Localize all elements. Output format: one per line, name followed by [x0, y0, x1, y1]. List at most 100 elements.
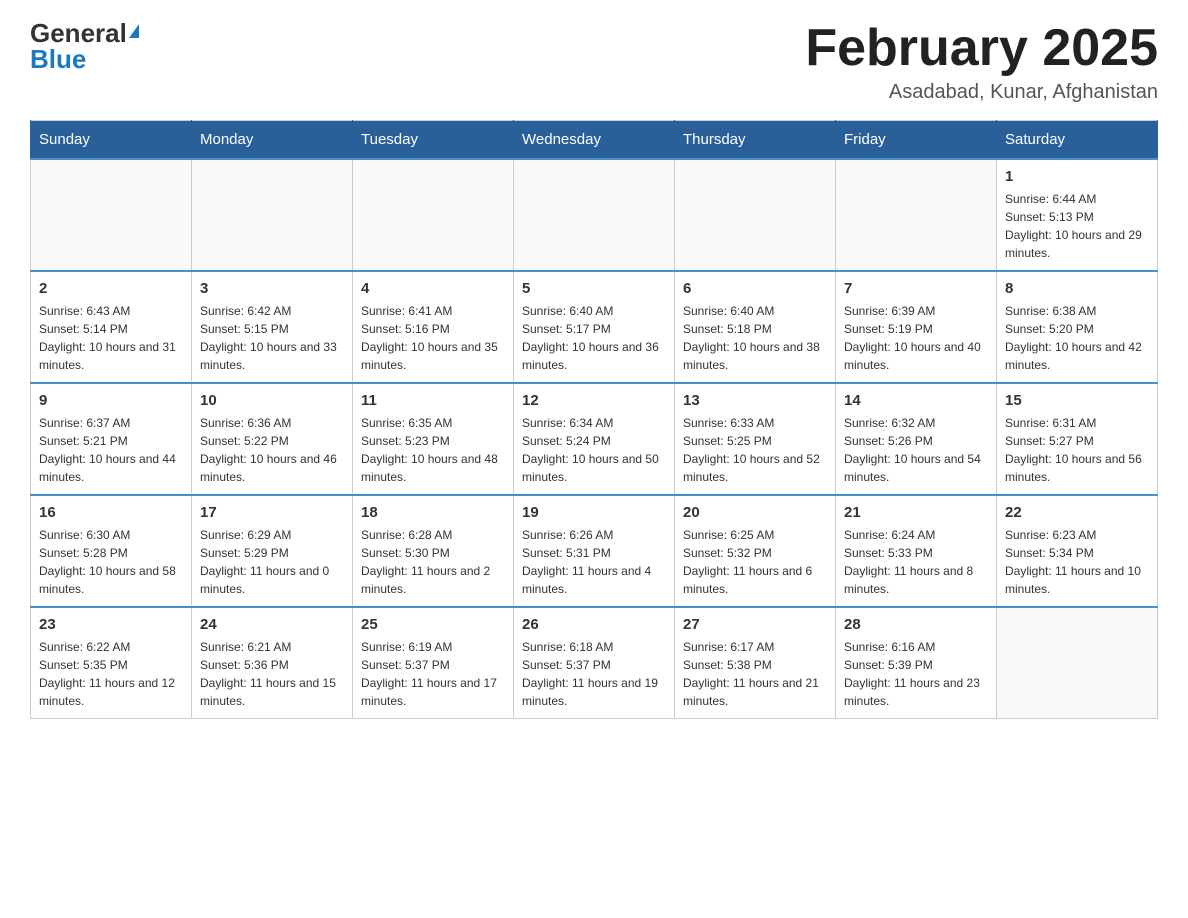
calendar-cell: 7 Sunrise: 6:39 AMSunset: 5:19 PMDaylight…	[836, 271, 997, 383]
day-header-monday: Monday	[192, 121, 353, 160]
calendar-cell: 5 Sunrise: 6:40 AMSunset: 5:17 PMDaylight…	[514, 271, 675, 383]
calendar-header: SundayMondayTuesdayWednesdayThursdayFrid…	[31, 121, 1158, 160]
calendar-cell: 15 Sunrise: 6:31 AMSunset: 5:27 PMDayligh…	[997, 383, 1158, 495]
calendar-cell: 14 Sunrise: 6:32 AMSunset: 5:26 PMDayligh…	[836, 383, 997, 495]
day-info: Sunrise: 6:21 AMSunset: 5:36 PMDaylight:…	[200, 638, 344, 710]
day-info: Sunrise: 6:17 AMSunset: 5:38 PMDaylight:…	[683, 638, 827, 710]
calendar-week-1: 1 Sunrise: 6:44 AMSunset: 5:13 PMDaylight…	[31, 159, 1158, 271]
logo-triangle-icon	[129, 24, 139, 38]
calendar-cell: 17 Sunrise: 6:29 AMSunset: 5:29 PMDayligh…	[192, 495, 353, 607]
calendar-week-3: 9 Sunrise: 6:37 AMSunset: 5:21 PMDaylight…	[31, 383, 1158, 495]
day-number: 3	[200, 278, 344, 299]
calendar-week-4: 16 Sunrise: 6:30 AMSunset: 5:28 PMDayligh…	[31, 495, 1158, 607]
day-info: Sunrise: 6:30 AMSunset: 5:28 PMDaylight:…	[39, 526, 183, 598]
calendar-cell: 6 Sunrise: 6:40 AMSunset: 5:18 PMDaylight…	[675, 271, 836, 383]
day-number: 17	[200, 502, 344, 523]
calendar-cell	[353, 159, 514, 271]
day-number: 27	[683, 614, 827, 635]
day-info: Sunrise: 6:29 AMSunset: 5:29 PMDaylight:…	[200, 526, 344, 598]
day-number: 13	[683, 390, 827, 411]
day-number: 6	[683, 278, 827, 299]
day-header-tuesday: Tuesday	[353, 121, 514, 160]
day-number: 9	[39, 390, 183, 411]
calendar-cell: 12Sunrise: 6:34 AMSunset: 5:24 PMDayligh…	[514, 383, 675, 495]
day-info: Sunrise: 6:40 AMSunset: 5:17 PMDaylight:…	[522, 302, 666, 374]
calendar-cell: 20 Sunrise: 6:25 AMSunset: 5:32 PMDayligh…	[675, 495, 836, 607]
title-block: February 2025 Asadabad, Kunar, Afghanist…	[805, 20, 1158, 104]
day-number: 25	[361, 614, 505, 635]
calendar-cell: 19 Sunrise: 6:26 AMSunset: 5:31 PMDayligh…	[514, 495, 675, 607]
day-number: 26	[522, 614, 666, 635]
day-number: 16	[39, 502, 183, 523]
header-row: SundayMondayTuesdayWednesdayThursdayFrid…	[31, 121, 1158, 160]
day-number: 14	[844, 390, 988, 411]
calendar-cell: 18Sunrise: 6:28 AMSunset: 5:30 PMDayligh…	[353, 495, 514, 607]
calendar-cell: 22 Sunrise: 6:23 AMSunset: 5:34 PMDayligh…	[997, 495, 1158, 607]
day-info: Sunrise: 6:26 AMSunset: 5:31 PMDaylight:…	[522, 526, 666, 598]
calendar-cell: 23 Sunrise: 6:22 AMSunset: 5:35 PMDayligh…	[31, 607, 192, 719]
day-info: Sunrise: 6:40 AMSunset: 5:18 PMDaylight:…	[683, 302, 827, 374]
day-info: Sunrise: 6:37 AMSunset: 5:21 PMDaylight:…	[39, 414, 183, 486]
day-number: 24	[200, 614, 344, 635]
day-info: Sunrise: 6:36 AMSunset: 5:22 PMDaylight:…	[200, 414, 344, 486]
day-info: Sunrise: 6:23 AMSunset: 5:34 PMDaylight:…	[1005, 526, 1149, 598]
day-info: Sunrise: 6:24 AMSunset: 5:33 PMDaylight:…	[844, 526, 988, 598]
day-number: 19	[522, 502, 666, 523]
day-header-sunday: Sunday	[31, 121, 192, 160]
calendar-cell	[997, 607, 1158, 719]
calendar-cell	[675, 159, 836, 271]
day-number: 28	[844, 614, 988, 635]
calendar-cell	[192, 159, 353, 271]
day-number: 5	[522, 278, 666, 299]
day-info: Sunrise: 6:38 AMSunset: 5:20 PMDaylight:…	[1005, 302, 1149, 374]
day-number: 20	[683, 502, 827, 523]
calendar-cell: 4Sunrise: 6:41 AMSunset: 5:16 PMDaylight…	[353, 271, 514, 383]
day-info: Sunrise: 6:43 AMSunset: 5:14 PMDaylight:…	[39, 302, 183, 374]
day-info: Sunrise: 6:22 AMSunset: 5:35 PMDaylight:…	[39, 638, 183, 710]
page-header: General Blue February 2025 Asadabad, Kun…	[30, 20, 1158, 104]
day-info: Sunrise: 6:28 AMSunset: 5:30 PMDaylight:…	[361, 526, 505, 598]
day-number: 2	[39, 278, 183, 299]
day-info: Sunrise: 6:18 AMSunset: 5:37 PMDaylight:…	[522, 638, 666, 710]
day-header-thursday: Thursday	[675, 121, 836, 160]
calendar-cell: 16 Sunrise: 6:30 AMSunset: 5:28 PMDayligh…	[31, 495, 192, 607]
day-info: Sunrise: 6:32 AMSunset: 5:26 PMDaylight:…	[844, 414, 988, 486]
calendar-cell: 24 Sunrise: 6:21 AMSunset: 5:36 PMDayligh…	[192, 607, 353, 719]
day-info: Sunrise: 6:33 AMSunset: 5:25 PMDaylight:…	[683, 414, 827, 486]
day-number: 23	[39, 614, 183, 635]
calendar-cell: 10Sunrise: 6:36 AMSunset: 5:22 PMDayligh…	[192, 383, 353, 495]
calendar-cell: 28 Sunrise: 6:16 AMSunset: 5:39 PMDayligh…	[836, 607, 997, 719]
calendar-cell: 2 Sunrise: 6:43 AMSunset: 5:14 PMDaylight…	[31, 271, 192, 383]
day-number: 12	[522, 390, 666, 411]
calendar-week-2: 2 Sunrise: 6:43 AMSunset: 5:14 PMDaylight…	[31, 271, 1158, 383]
day-number: 22	[1005, 502, 1149, 523]
day-number: 7	[844, 278, 988, 299]
day-number: 11	[361, 390, 505, 411]
calendar-cell: 13 Sunrise: 6:33 AMSunset: 5:25 PMDayligh…	[675, 383, 836, 495]
day-header-wednesday: Wednesday	[514, 121, 675, 160]
calendar-cell: 8Sunrise: 6:38 AMSunset: 5:20 PMDaylight…	[997, 271, 1158, 383]
day-number: 15	[1005, 390, 1149, 411]
logo: General Blue	[30, 20, 139, 72]
calendar-cell: 26 Sunrise: 6:18 AMSunset: 5:37 PMDayligh…	[514, 607, 675, 719]
day-header-saturday: Saturday	[997, 121, 1158, 160]
day-number: 1	[1005, 166, 1149, 187]
calendar-cell	[31, 159, 192, 271]
day-info: Sunrise: 6:35 AMSunset: 5:23 PMDaylight:…	[361, 414, 505, 486]
calendar-cell: 3Sunrise: 6:42 AMSunset: 5:15 PMDaylight…	[192, 271, 353, 383]
day-info: Sunrise: 6:41 AMSunset: 5:16 PMDaylight:…	[361, 302, 505, 374]
day-info: Sunrise: 6:44 AMSunset: 5:13 PMDaylight:…	[1005, 190, 1149, 262]
calendar-cell: 1 Sunrise: 6:44 AMSunset: 5:13 PMDaylight…	[997, 159, 1158, 271]
day-info: Sunrise: 6:16 AMSunset: 5:39 PMDaylight:…	[844, 638, 988, 710]
day-info: Sunrise: 6:39 AMSunset: 5:19 PMDaylight:…	[844, 302, 988, 374]
logo-general-text: General	[30, 20, 127, 46]
day-info: Sunrise: 6:31 AMSunset: 5:27 PMDaylight:…	[1005, 414, 1149, 486]
calendar-cell: 21 Sunrise: 6:24 AMSunset: 5:33 PMDayligh…	[836, 495, 997, 607]
calendar-cell: 27 Sunrise: 6:17 AMSunset: 5:38 PMDayligh…	[675, 607, 836, 719]
calendar-cell	[836, 159, 997, 271]
day-info: Sunrise: 6:25 AMSunset: 5:32 PMDaylight:…	[683, 526, 827, 598]
logo-blue-text: Blue	[30, 46, 86, 72]
calendar-week-5: 23 Sunrise: 6:22 AMSunset: 5:35 PMDayligh…	[31, 607, 1158, 719]
calendar-cell: 9 Sunrise: 6:37 AMSunset: 5:21 PMDaylight…	[31, 383, 192, 495]
day-number: 21	[844, 502, 988, 523]
